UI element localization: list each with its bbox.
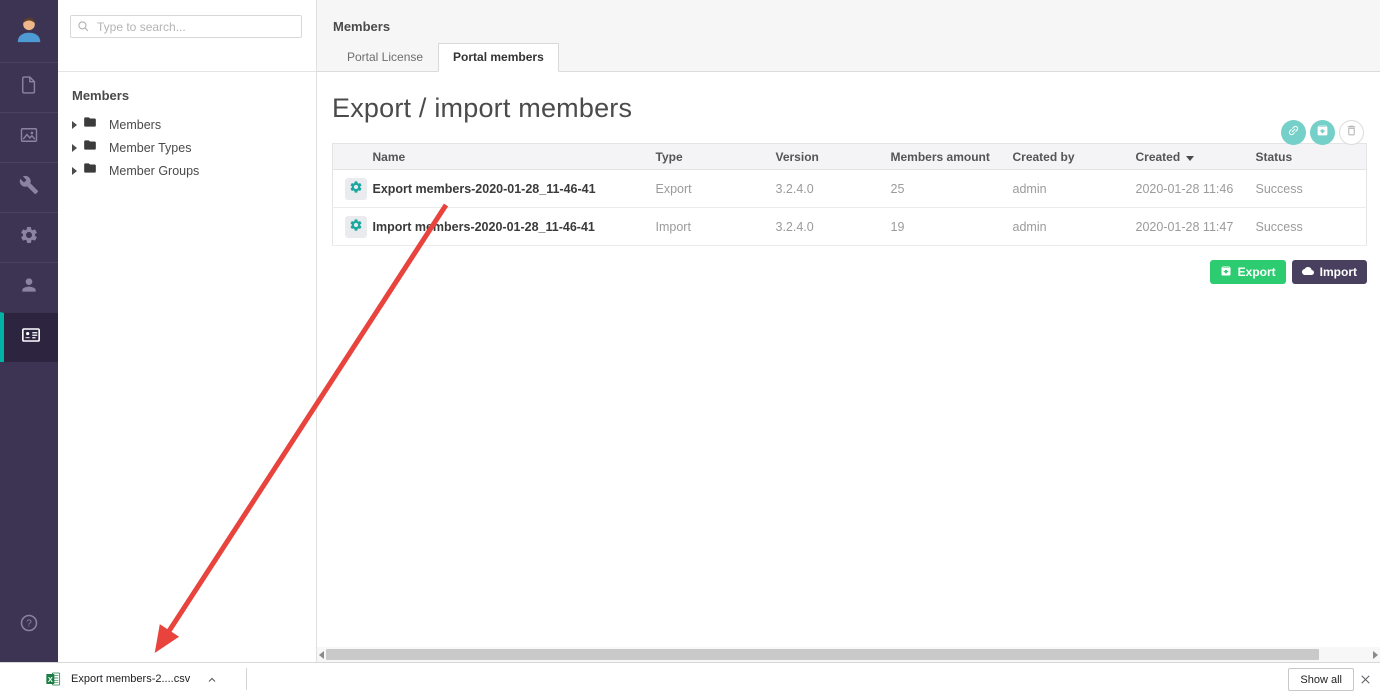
table-header-row: Name Type Version Members amount Created… — [333, 144, 1367, 170]
row-settings-button[interactable] — [345, 216, 367, 238]
user-icon — [19, 275, 39, 300]
export-archive-icon — [1220, 265, 1232, 280]
cell-name: Import members-2020-01-28_11-46-41 — [367, 208, 644, 246]
column-name[interactable]: Name — [367, 144, 644, 170]
cell-version: 3.2.4.0 — [764, 208, 879, 246]
action-row: Export Import — [332, 260, 1367, 284]
tab-label: Portal License — [347, 50, 423, 64]
gear-icon — [19, 225, 39, 250]
main-header: Members Portal License Portal members — [317, 0, 1380, 72]
user-avatar-icon — [14, 14, 44, 49]
downloaded-file-name: Export members-2....csv — [71, 673, 190, 685]
link-button[interactable] — [1281, 120, 1306, 145]
cell-type: Import — [644, 208, 764, 246]
cell-created: 2020-01-28 11:47 — [1124, 208, 1244, 246]
show-all-button[interactable]: Show all — [1288, 668, 1354, 691]
archive-button[interactable] — [1310, 120, 1335, 145]
sort-desc-icon — [1186, 156, 1194, 161]
sidebar-item-documents[interactable] — [0, 62, 58, 112]
scrollbar-thumb[interactable] — [326, 649, 1319, 660]
image-icon — [19, 125, 39, 150]
expand-caret-icon[interactable] — [72, 167, 77, 175]
tree-item-label: Members — [109, 118, 161, 132]
document-icon — [19, 75, 39, 100]
tree-item-label: Member Groups — [109, 164, 199, 178]
content: Export / import members Name Type Versio… — [317, 93, 1380, 284]
delete-button[interactable] — [1339, 120, 1364, 145]
column-version[interactable]: Version — [764, 144, 879, 170]
app-sidebar — [0, 0, 58, 662]
tree-item-member-groups[interactable]: Member Groups — [58, 159, 316, 182]
tree-item-label: Member Types — [109, 141, 191, 155]
wrench-icon — [19, 175, 39, 200]
archive-icon — [1316, 124, 1329, 142]
sidebar-item-users[interactable] — [0, 262, 58, 312]
cell-created-by: admin — [1001, 170, 1124, 208]
chevron-up-icon[interactable] — [206, 673, 218, 685]
page-title: Members — [317, 0, 1380, 34]
cell-created-by: admin — [1001, 208, 1124, 246]
tab-label: Portal members — [453, 50, 544, 64]
cloud-upload-icon — [1302, 265, 1314, 280]
trash-icon — [1345, 124, 1358, 142]
tree-title: Members — [72, 88, 316, 103]
tree-panel: Members Members Member Types Member Grou… — [58, 0, 317, 662]
search-input[interactable] — [70, 15, 302, 38]
user-avatar-button[interactable] — [0, 0, 58, 62]
tree-item-member-types[interactable]: Member Types — [58, 136, 316, 159]
cell-type: Export — [644, 170, 764, 208]
column-created-by[interactable]: Created by — [1001, 144, 1124, 170]
sidebar-item-members[interactable] — [0, 312, 58, 362]
section-heading: Export / import members — [332, 93, 1367, 124]
folder-icon — [83, 161, 109, 180]
column-status[interactable]: Status — [1244, 144, 1367, 170]
sidebar-item-media[interactable] — [0, 112, 58, 162]
cell-members-amount: 25 — [879, 170, 1001, 208]
id-card-icon — [21, 325, 41, 350]
sidebar-item-settings[interactable] — [0, 212, 58, 262]
downloaded-file-item[interactable]: Export members-2....csv — [45, 663, 218, 695]
table-row[interactable]: Import members-2020-01-28_11-46-41 Impor… — [333, 208, 1367, 246]
tab-portal-license[interactable]: Portal License — [332, 43, 438, 72]
import-button[interactable]: Import — [1292, 260, 1367, 284]
expand-caret-icon[interactable] — [72, 144, 77, 152]
column-type[interactable]: Type — [644, 144, 764, 170]
help-icon — [19, 613, 39, 638]
gear-icon — [349, 218, 363, 235]
cell-version: 3.2.4.0 — [764, 170, 879, 208]
folder-icon — [83, 115, 109, 134]
column-icon — [333, 144, 367, 170]
tab-portal-members[interactable]: Portal members — [438, 43, 559, 72]
cell-members-amount: 19 — [879, 208, 1001, 246]
column-members-amount[interactable]: Members amount — [879, 144, 1001, 170]
scroll-right-arrow-icon[interactable] — [1373, 651, 1378, 659]
cell-name: Export members-2020-01-28_11-46-41 — [367, 170, 644, 208]
tab-bar: Portal License Portal members — [332, 43, 559, 72]
cell-status: Success — [1244, 208, 1367, 246]
column-created[interactable]: Created — [1124, 144, 1244, 170]
toolbar — [1281, 120, 1364, 145]
sidebar-item-help[interactable] — [0, 600, 58, 650]
excel-file-icon — [45, 671, 61, 687]
link-icon — [1287, 124, 1300, 142]
gear-icon — [349, 180, 363, 197]
main-area: Members Portal License Portal members Ex… — [317, 0, 1380, 662]
search-icon — [77, 20, 90, 33]
scroll-left-arrow-icon[interactable] — [319, 651, 324, 659]
sidebar-item-tools[interactable] — [0, 162, 58, 212]
tree-item-members[interactable]: Members — [58, 113, 316, 136]
export-button[interactable]: Export — [1210, 260, 1286, 284]
expand-caret-icon[interactable] — [72, 121, 77, 129]
table-row[interactable]: Export members-2020-01-28_11-46-41 Expor… — [333, 170, 1367, 208]
close-icon[interactable] — [1359, 673, 1372, 686]
row-settings-button[interactable] — [345, 178, 367, 200]
export-import-table: Name Type Version Members amount Created… — [332, 143, 1367, 246]
cell-status: Success — [1244, 170, 1367, 208]
download-bar: Export members-2....csv Show all — [0, 662, 1380, 695]
download-bar-divider — [246, 668, 247, 690]
search-section — [58, 0, 316, 72]
folder-icon — [83, 138, 109, 157]
horizontal-scrollbar[interactable] — [317, 647, 1380, 662]
cell-created: 2020-01-28 11:46 — [1124, 170, 1244, 208]
